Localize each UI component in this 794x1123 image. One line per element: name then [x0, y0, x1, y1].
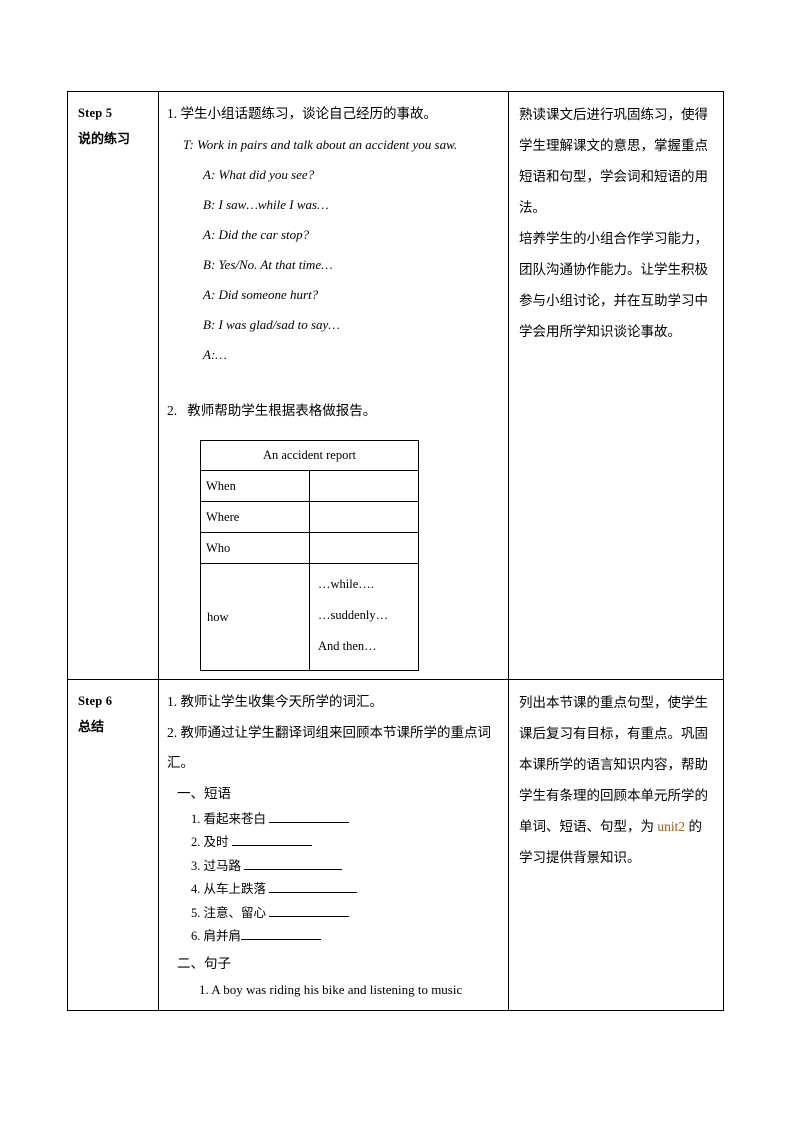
step6-item1-text: 教师让学生收集今天所学的词汇。 [180, 694, 384, 709]
phrase-4-text: 从车上跌落 [203, 882, 267, 896]
sentence-1-number: 1. [199, 981, 209, 997]
report-row-when: When [200, 470, 419, 502]
report-value-where[interactable] [309, 501, 419, 533]
step5-item2: 2. 教师帮助学生根据表格做报告。 [167, 396, 500, 427]
report-title: An accident report [200, 440, 419, 471]
phrase-6-text: 肩并肩 [203, 929, 242, 943]
dialogue-line-teacher: T: Work in pairs and talk about an accid… [183, 136, 458, 152]
phrase-6-blank[interactable] [241, 928, 322, 940]
dialogue-line-a3: A: Did someone hurt? [203, 286, 319, 302]
phrase-5-blank[interactable] [269, 905, 350, 917]
report-value-who[interactable] [309, 532, 419, 564]
step6-item2-number: 2. [167, 724, 178, 740]
dialogue-line-b3: B: I was glad/sad to say… [203, 316, 340, 332]
step5-design-intent-cell: 熟读课文后进行巩固练习，使得学生理解课文的意思，掌握重点短语和句型，学会词和短语… [508, 91, 724, 680]
step5-intent-paragraph-1: 熟读课文后进行巩固练习，使得学生理解课文的意思，掌握重点短语和句型，学会词和短语… [519, 107, 708, 215]
dialogue-line-a1: A: What did you see? [203, 166, 315, 182]
report-key-when: When [200, 470, 310, 502]
step6-item2: 2. 教师通过让学生翻译词组来回顾本节课所学的重点词汇。 [167, 718, 500, 779]
document-page: Step 5 说的练习 1. 学生小组话题练习，谈论自己经历的事故。 T: Wo… [0, 0, 794, 1123]
step6-label-en: Step 6 [78, 694, 113, 708]
report-row-how: how …while…. …suddenly… And then… [200, 563, 419, 671]
step5-item1-text: 学生小组话题练习，谈论自己经历的事故。 [180, 106, 438, 121]
phrase-2-number: 2. [191, 835, 201, 849]
step5-item1-number: 1. [167, 106, 178, 121]
step5-item2-text: 教师帮助学生根据表格做报告。 [187, 402, 377, 418]
sentence-1-text: A boy was riding his bike and listening … [211, 981, 463, 997]
phrase-item-4: 4. 从车上跌落 [167, 878, 500, 902]
report-row-where: Where [200, 501, 419, 533]
phrase-item-6: 6. 肩并肩 [167, 925, 500, 949]
table-row-step5: Step 5 说的练习 1. 学生小组话题练习，谈论自己经历的事故。 T: Wo… [67, 91, 724, 680]
step6-item2-text: 教师通过让学生翻译词组来回顾本节课所学的重点词汇。 [167, 724, 491, 771]
lesson-plan-table: Step 5 说的练习 1. 学生小组话题练习，谈论自己经历的事故。 T: Wo… [67, 91, 724, 1011]
phrase-1-number: 1. [191, 811, 201, 826]
step5-intent-paragraph-2: 培养学生的小组合作学习能力，团队沟通协作能力。让学生积极参与小组讨论，并在互助学… [519, 231, 708, 339]
report-key-how: how [200, 563, 310, 671]
step6-section-heading-phrases: 一、短语 [177, 785, 231, 801]
step5-activity-cell: 1. 学生小组话题练习，谈论自己经历的事故。 T: Work in pairs … [158, 91, 509, 680]
report-how-prompt-2: …suddenly… [318, 608, 389, 622]
sentence-item-1: 1. A boy was riding his bike and listeni… [167, 978, 500, 1002]
report-title-row: An accident report [200, 440, 419, 471]
step6-label-cn: 总结 [78, 719, 105, 734]
phrase-3-number: 3. [191, 858, 201, 873]
phrase-3-text: 过马路 [203, 858, 242, 873]
step6-intent-text-before: 列出本节课的重点句型，使学生课后复习有目标，有重点。巩固本课所学的语言知识内容，… [519, 695, 708, 834]
report-key-who: Who [200, 532, 310, 564]
phrase-5-number: 5. [191, 905, 201, 920]
phrase-6-number: 6. [191, 929, 201, 943]
dialogue-line-b1: B: I saw…while I was… [203, 196, 329, 212]
report-value-when[interactable] [309, 470, 419, 502]
table-row-step6: Step 6 总结 1. 教师让学生收集今天所学的词汇。 2. 教师通过让学生翻… [67, 679, 724, 1011]
report-row-who: Who [200, 532, 419, 564]
phrase-item-3: 3. 过马路 [167, 855, 500, 879]
phrase-item-5: 5. 注意、留心 [167, 902, 500, 926]
report-key-where: Where [200, 501, 310, 533]
step5-item2-number: 2. [167, 402, 178, 418]
step6-section-heading-sentences: 二、句子 [177, 955, 231, 971]
step5-label-cell: Step 5 说的练习 [67, 91, 159, 680]
step6-activity-cell: 1. 教师让学生收集今天所学的词汇。 2. 教师通过让学生翻译词组来回顾本节课所… [158, 679, 509, 1011]
phrase-5-text: 注意、留心 [203, 905, 267, 920]
dialogue-line-a2: A: Did the car stop? [203, 226, 310, 242]
step5-item1: 1. 学生小组话题练习，谈论自己经历的事故。 [167, 99, 500, 130]
phrase-4-number: 4. [191, 882, 201, 896]
step6-item1: 1. 教师让学生收集今天所学的词汇。 [167, 687, 500, 718]
phrase-3-blank[interactable] [244, 858, 343, 870]
step6-label-cell: Step 6 总结 [67, 679, 159, 1011]
phrase-item-2: 2. 及时 [167, 831, 500, 855]
phrase-4-blank[interactable] [269, 881, 358, 893]
dialogue-line-b2: B: Yes/No. At that time… [203, 256, 333, 272]
accident-report-table: An accident report When Where Who how …w… [200, 440, 419, 671]
phrase-item-1: 1. 看起来苍白 [167, 808, 500, 832]
report-how-prompts[interactable]: …while…. …suddenly… And then… [309, 563, 419, 671]
step6-design-intent-cell: 列出本节课的重点句型，使学生课后复习有目标，有重点。巩固本课所学的语言知识内容，… [508, 679, 724, 1011]
phrase-1-blank[interactable] [269, 811, 350, 823]
phrase-2-blank[interactable] [231, 834, 312, 846]
phrase-2-text: 及时 [203, 835, 229, 849]
dialogue-line-a4: A:… [203, 346, 227, 362]
dialogue-spacer [167, 370, 500, 396]
report-how-prompt-1: …while…. [318, 577, 374, 591]
step6-item1-number: 1. [167, 694, 178, 709]
step5-label-cn: 说的练习 [78, 131, 131, 146]
step5-label-en: Step 5 [78, 106, 113, 120]
phrase-1-text: 看起来苍白 [203, 811, 267, 826]
step6-intent-accent-word: unit2 [657, 819, 686, 834]
report-how-prompt-3: And then… [318, 639, 377, 653]
step6-intent-paragraph: 列出本节课的重点句型，使学生课后复习有目标，有重点。巩固本课所学的语言知识内容，… [519, 687, 715, 873]
